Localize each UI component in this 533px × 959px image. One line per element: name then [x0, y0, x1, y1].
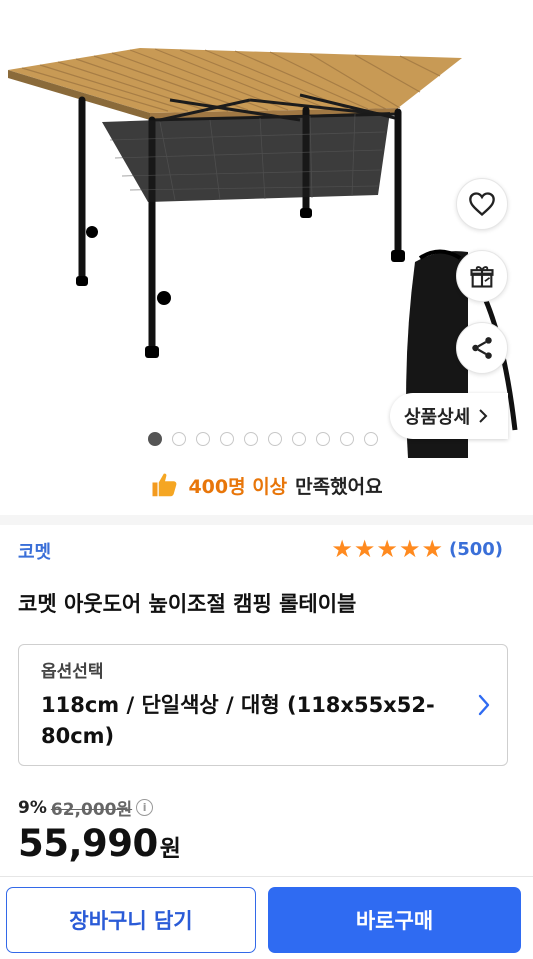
product-image-carousel[interactable]: 상품상세: [0, 0, 533, 460]
satisfaction-banner: 400명 이상 만족했어요: [0, 465, 533, 505]
gift-button[interactable]: [456, 250, 508, 302]
share-icon: [472, 337, 492, 359]
star-icon: ★: [398, 535, 421, 563]
carousel-dot[interactable]: [268, 432, 282, 446]
option-label: 옵션선택: [41, 662, 104, 682]
discount-rate: 9%: [18, 797, 47, 818]
satisfaction-text: 만족했어요: [295, 475, 383, 498]
carousel-indicator: [148, 432, 378, 446]
star-icon: ★: [421, 535, 443, 563]
option-value: 118cm / 단일색상 / 대형 (118x55x52-80cm): [41, 693, 435, 748]
carousel-dot[interactable]: [172, 432, 186, 446]
section-divider: [0, 515, 533, 525]
carousel-dot[interactable]: [340, 432, 354, 446]
product-image: [8, 48, 518, 458]
review-count: (500): [448, 538, 503, 560]
wishlist-button[interactable]: [456, 178, 508, 230]
product-detail-label: 상품상세: [404, 407, 471, 428]
chevron-right-icon: [478, 694, 490, 716]
carousel-dot[interactable]: [244, 432, 258, 446]
carousel-dot[interactable]: [292, 432, 306, 446]
product-detail-button[interactable]: 상품상세: [390, 393, 508, 439]
info-icon[interactable]: i: [136, 799, 154, 816]
buy-now-button[interactable]: 바로구매: [268, 887, 521, 953]
star-icon: ★: [376, 535, 398, 563]
option-selector[interactable]: 옵션선택 118cm / 단일색상 / 대형 (118x55x52-80cm): [18, 644, 508, 766]
bottom-action-bar: 장바구니 담기 바로구매: [0, 876, 533, 959]
share-button[interactable]: [456, 322, 508, 374]
rating-summary[interactable]: ★ ★ ★ ★ ★ (500): [331, 537, 503, 561]
discount-row: 9% 62,000원 i: [18, 795, 154, 820]
star-icon: ★: [353, 535, 376, 563]
brand-link[interactable]: 코멧: [18, 538, 51, 564]
carousel-dot[interactable]: [220, 432, 234, 446]
product-title: 코멧 아웃도어 높이조절 캠핑 롤테이블: [18, 592, 357, 616]
thumbs-up-icon: [152, 473, 177, 497]
gift-icon: [470, 266, 494, 288]
carousel-dot[interactable]: [196, 432, 210, 446]
star-icon: ★: [331, 535, 353, 563]
heart-icon: [469, 192, 495, 217]
original-price: 62,000원: [50, 800, 133, 820]
chevron-right-icon: [479, 409, 488, 423]
add-to-cart-button[interactable]: 장바구니 담기: [6, 887, 256, 953]
carousel-dot[interactable]: [316, 432, 330, 446]
satisfaction-count: 400명 이상: [188, 475, 288, 498]
carousel-dot[interactable]: [364, 432, 378, 446]
sale-price-value: 55,990: [18, 822, 158, 865]
carousel-dot[interactable]: [148, 432, 162, 446]
sale-price: 55,990 원: [18, 822, 181, 865]
sale-price-unit: 원: [159, 836, 181, 862]
